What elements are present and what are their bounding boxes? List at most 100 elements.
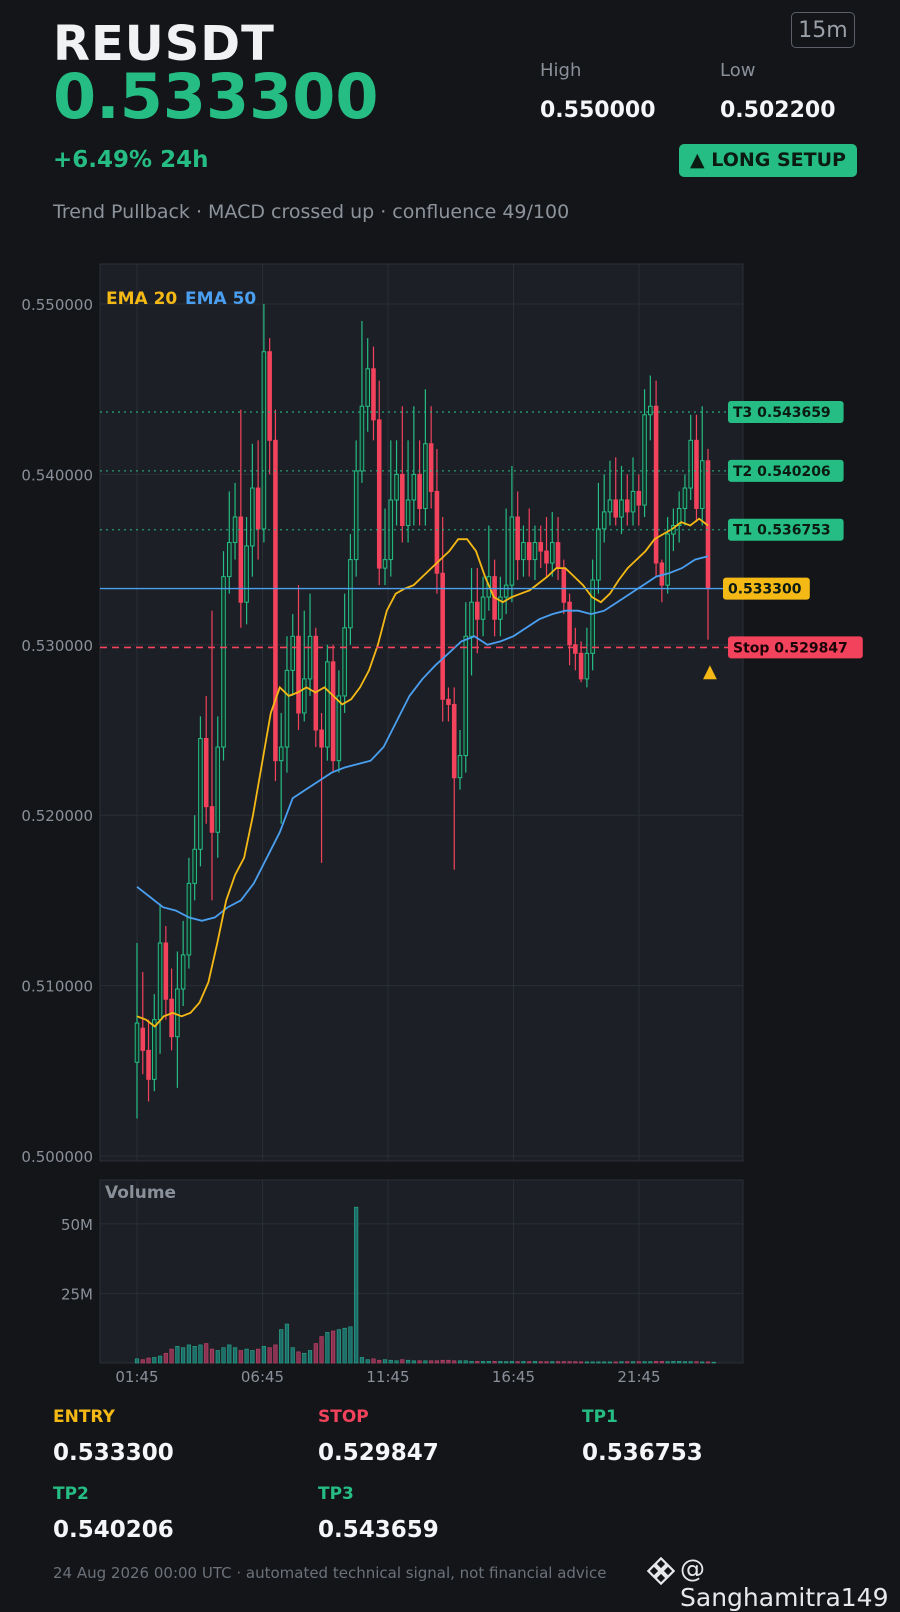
volume-bar (204, 1343, 209, 1364)
candle-body (549, 542, 555, 564)
candle-body (330, 661, 336, 762)
price-tick-label: 0.530000 (21, 637, 93, 655)
candle-body (417, 473, 422, 509)
candle-body (307, 635, 313, 680)
volume-bar (359, 1357, 365, 1364)
volume-bar (682, 1361, 688, 1364)
volume-bar (348, 1326, 353, 1364)
candle-body (163, 942, 169, 1000)
volume-bar (607, 1361, 613, 1364)
candle-body (463, 635, 469, 757)
candle-body (146, 1049, 151, 1080)
binance-logo-icon (647, 1557, 675, 1585)
candle-body (365, 368, 370, 407)
candle-body (203, 738, 209, 808)
candle-body (423, 443, 428, 509)
candle-body (353, 470, 359, 561)
candle-body (636, 490, 642, 506)
candle-body (619, 499, 624, 518)
candle-body (244, 545, 249, 603)
volume-tick-label: 25M (61, 1285, 93, 1303)
candle-body (509, 516, 515, 586)
volume-bar (336, 1329, 341, 1364)
candle-body (267, 351, 272, 441)
price-tick-label: 0.510000 (21, 978, 93, 996)
time-tick-label: 21:45 (617, 1368, 660, 1386)
candle-body (371, 368, 376, 421)
candle-body (480, 596, 486, 620)
candle-body (278, 746, 284, 762)
entry-value: 0.533300 (53, 1440, 174, 1466)
volume-bar (538, 1361, 543, 1364)
candle-body (446, 698, 451, 705)
candle-body (180, 954, 186, 990)
candle-body (688, 439, 693, 489)
candle-body (186, 882, 192, 956)
volume-bar (169, 1348, 174, 1364)
volume-bar (498, 1361, 503, 1364)
volume-bar (394, 1360, 399, 1364)
volume-bar (648, 1361, 653, 1364)
volume-bar (688, 1361, 693, 1364)
candle-body (607, 499, 613, 513)
volume-bar (642, 1361, 647, 1364)
candle-body (301, 678, 307, 714)
candle-body (601, 511, 607, 530)
volume-bar (331, 1330, 336, 1364)
stop-value: 0.529847 (318, 1440, 439, 1466)
candle-body (348, 559, 353, 629)
volume-bar (256, 1348, 261, 1364)
volume-bar (567, 1361, 572, 1364)
candle-body (561, 567, 567, 603)
candle-body (250, 487, 255, 547)
volume-bar (152, 1357, 157, 1364)
volume-bar (469, 1361, 474, 1364)
volume-bar (677, 1361, 682, 1364)
time-tick-label: 01:45 (115, 1368, 158, 1386)
tp2-value: 0.540206 (53, 1517, 174, 1543)
time-tick-label: 06:45 (241, 1368, 284, 1386)
volume-bar (405, 1359, 411, 1364)
candle-body (457, 755, 463, 779)
candle-body (192, 848, 197, 884)
volume-bar (475, 1361, 480, 1364)
volume-bar (215, 1350, 220, 1364)
candle-body (428, 443, 434, 492)
volume-bar (163, 1352, 168, 1364)
tp3-label: TP3 (318, 1484, 354, 1504)
candle-body (359, 405, 365, 472)
candle-body (284, 669, 290, 748)
candle-body (526, 542, 532, 561)
volume-bar (290, 1347, 295, 1364)
volume-bar (429, 1360, 434, 1364)
volume-bar (711, 1361, 716, 1364)
candle-body (596, 528, 601, 581)
volume-bar (619, 1361, 624, 1364)
volume-bar (694, 1361, 699, 1364)
price-chart: T3 0.543659 T2 0.540206 T1 0.536753 0.53330… (21, 263, 863, 1386)
volume-bar (325, 1332, 330, 1364)
volume-bar (521, 1361, 526, 1364)
candle-body (630, 490, 636, 513)
volume-bar (509, 1361, 514, 1364)
candle-body (624, 499, 630, 513)
volume-bar (227, 1344, 232, 1364)
volume-bar (319, 1336, 324, 1364)
candle-body (400, 473, 405, 527)
candle-body (215, 746, 221, 833)
volume-bar (302, 1352, 307, 1364)
volume-bar (232, 1347, 238, 1364)
volume-bar (244, 1348, 249, 1364)
volume-bar (296, 1351, 301, 1364)
volume-bar (527, 1361, 532, 1364)
volume-bar (440, 1359, 445, 1364)
volume-bar (659, 1361, 664, 1364)
candle-body (475, 601, 480, 620)
candle-body (665, 533, 670, 586)
volume-bar (365, 1359, 370, 1364)
candle-body (290, 635, 296, 671)
candle-body (440, 572, 445, 700)
tp1-label: TP1 (582, 1407, 618, 1427)
volume-bar (544, 1361, 549, 1364)
candle-body (411, 473, 417, 501)
